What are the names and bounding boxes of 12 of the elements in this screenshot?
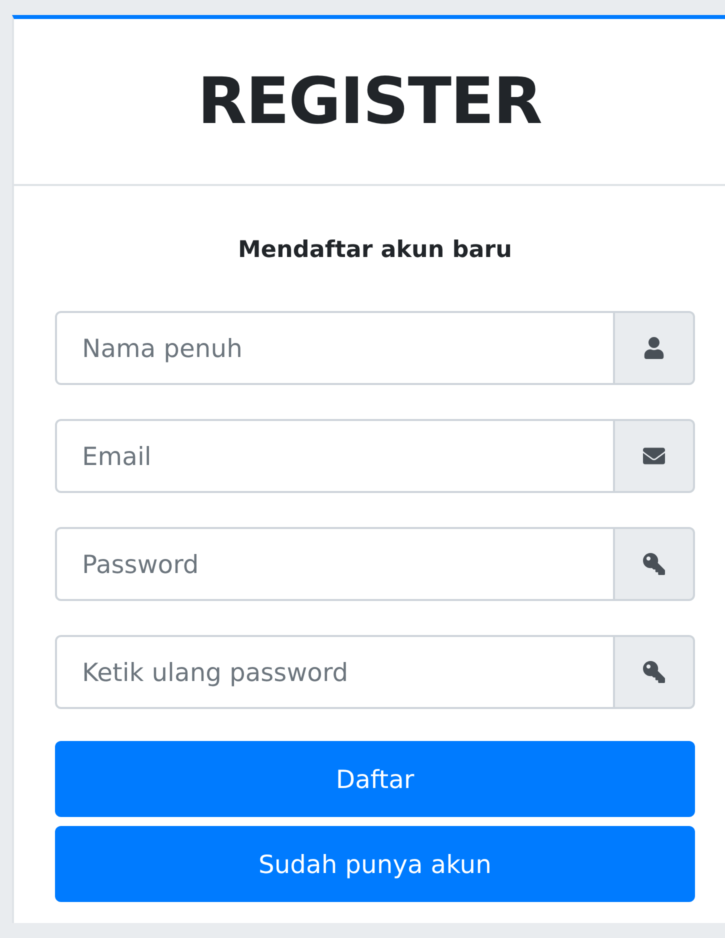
input-field[interactable]: Nama penuh bbox=[55, 311, 615, 385]
login-button[interactable]: Sudah punya akun bbox=[55, 826, 695, 902]
submit-button[interactable]: Daftar bbox=[55, 741, 695, 817]
user-icon bbox=[643, 337, 665, 359]
key-icon bbox=[643, 553, 665, 575]
card-title: REGISTER bbox=[197, 64, 542, 138]
input-field[interactable]: Password bbox=[55, 527, 615, 601]
input-field[interactable]: Ketik ulang password bbox=[55, 635, 615, 709]
input-field[interactable]: Email bbox=[55, 419, 615, 493]
envelope-icon bbox=[643, 445, 665, 467]
key-icon bbox=[643, 661, 665, 683]
card-subtitle: Mendaftar akun baru bbox=[238, 237, 512, 263]
